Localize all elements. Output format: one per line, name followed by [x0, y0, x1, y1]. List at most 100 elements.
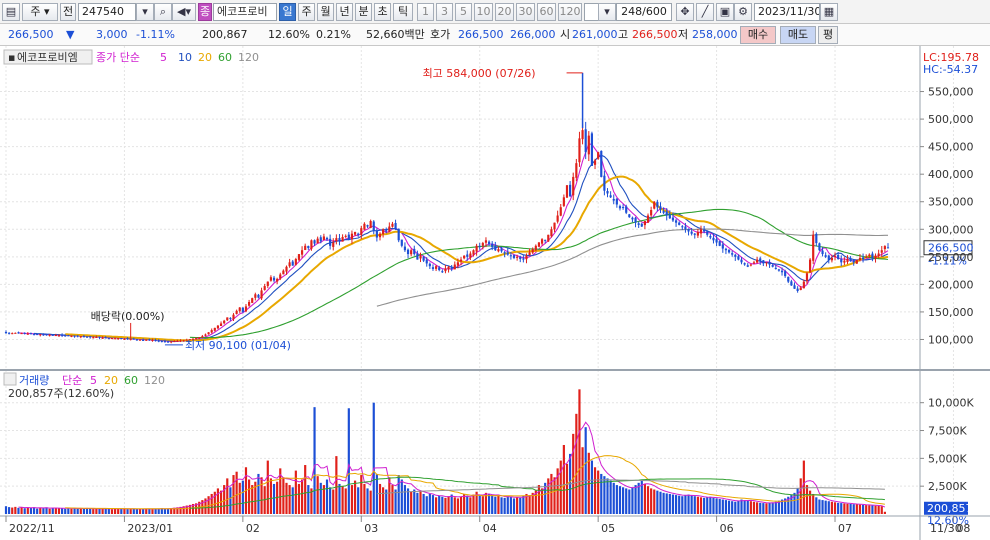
- date-field[interactable]: 2023/11/30: [754, 3, 820, 21]
- candle-body: [734, 254, 737, 257]
- draw-tool-icon[interactable]: ╱: [696, 3, 714, 21]
- candle-body: [316, 238, 319, 244]
- period-minute-button[interactable]: 분: [355, 3, 372, 21]
- candle-body: [693, 233, 696, 235]
- candle-body: [210, 330, 213, 333]
- volume-bar: [42, 508, 45, 514]
- period-month-button[interactable]: 월: [317, 3, 334, 21]
- candle-body: [294, 259, 297, 265]
- search-icon[interactable]: ⌕: [154, 3, 172, 21]
- candle-body: [877, 253, 880, 257]
- volume-bar: [29, 507, 33, 514]
- candle-body: [319, 237, 322, 242]
- volume-bar: [522, 495, 525, 514]
- candle-body: [101, 337, 104, 339]
- interval-20-button[interactable]: 20: [495, 3, 514, 21]
- candle-body: [17, 332, 20, 334]
- price-change-pct: -1.11%: [136, 28, 175, 41]
- candle-body: [671, 217, 675, 221]
- open-label: 시: [560, 28, 571, 41]
- volume-bar: [76, 508, 79, 514]
- current-price: 266,500: [8, 28, 54, 41]
- candle-body: [135, 339, 138, 341]
- interval-1-button[interactable]: 1: [417, 3, 434, 21]
- candle-body: [92, 337, 95, 339]
- volume-bar: [727, 500, 731, 514]
- ma5-legend: 5: [160, 51, 167, 64]
- volume-bar: [821, 500, 824, 514]
- sell-button[interactable]: 매도: [780, 26, 816, 44]
- period-year-button[interactable]: 년: [336, 3, 353, 21]
- interval-dropdown-icon[interactable]: ▾: [598, 3, 616, 21]
- candle-body: [706, 231, 709, 235]
- crosshair-icon[interactable]: ✥: [676, 3, 694, 21]
- period-second-button[interactable]: 초: [374, 3, 391, 21]
- candle-body: [861, 257, 865, 260]
- candle-body: [229, 317, 232, 319]
- sound-icon[interactable]: ◀▾: [172, 3, 196, 21]
- code-dropdown-icon[interactable]: ▾: [136, 3, 154, 21]
- chart-menu-icon[interactable]: ▤: [2, 3, 20, 21]
- volume-bar: [868, 505, 871, 514]
- prev-button[interactable]: 전: [60, 3, 76, 21]
- candle-body: [350, 233, 354, 240]
- volume-bar: [840, 503, 843, 514]
- volume-bar: [456, 498, 459, 514]
- market-select[interactable]: 주 ▾: [22, 3, 58, 21]
- volume-bar: [447, 496, 450, 514]
- volume-bar: [774, 501, 777, 514]
- candle-body: [272, 277, 276, 281]
- interval-10-button[interactable]: 10: [474, 3, 493, 21]
- volume-legend-name: 거래량: [19, 374, 49, 387]
- candle-body: [297, 254, 301, 260]
- settings-gear-icon[interactable]: ⚙: [734, 3, 752, 21]
- volume-bar: [248, 479, 251, 514]
- candle-body: [815, 233, 818, 244]
- candle-body: [410, 250, 413, 255]
- volume-bar: [132, 508, 135, 514]
- candle-body: [117, 338, 120, 340]
- volume-bar: [438, 495, 441, 514]
- candle-body: [799, 287, 802, 290]
- save-icon[interactable]: ▣: [716, 3, 734, 21]
- candle-body: [441, 271, 444, 273]
- volume-bar: [36, 508, 39, 514]
- volume-bar: [51, 508, 54, 514]
- candle-body: [625, 206, 628, 213]
- candle-body: [886, 247, 890, 249]
- interval-120-button[interactable]: 120: [558, 3, 582, 21]
- volume-legend-box[interactable]: [3, 372, 17, 386]
- data-count-field[interactable]: 248/600: [616, 3, 672, 21]
- price-tick-label: 100,000: [928, 333, 974, 346]
- code-input[interactable]: 247540: [78, 3, 136, 21]
- buy-button[interactable]: 매수: [740, 26, 776, 44]
- period-week-button[interactable]: 주: [298, 3, 315, 21]
- volume-bar: [291, 487, 294, 514]
- turnover-pct: 12.60%: [268, 28, 310, 41]
- candle-body: [57, 335, 61, 337]
- candle-body: [142, 340, 145, 342]
- date-tick-label: 2022/11: [9, 522, 55, 535]
- high-label: 고: [618, 28, 629, 41]
- volume-bar: [469, 497, 472, 514]
- interval-30-button[interactable]: 30: [516, 3, 535, 21]
- extra-button[interactable]: 평: [818, 26, 838, 44]
- candle-body: [151, 340, 154, 342]
- candle-body: [138, 339, 142, 341]
- interval-60-button[interactable]: 60: [537, 3, 556, 21]
- calendar-icon[interactable]: ▦: [820, 3, 838, 21]
- interval-5-button[interactable]: 5: [455, 3, 472, 21]
- volume-bar: [565, 463, 569, 514]
- volume-bar: [625, 488, 628, 514]
- volume-bar: [472, 494, 475, 514]
- candle-body: [849, 258, 852, 262]
- period-day-button[interactable]: 일: [279, 3, 296, 21]
- volume-bar: [877, 505, 880, 514]
- interval-3-button[interactable]: 3: [436, 3, 453, 21]
- price-tick-label: 200,000: [928, 278, 974, 291]
- stock-chart[interactable]: 최고 584,000 (07/26) 최저 90,100 (01/04) 배당락(0…: [0, 46, 990, 540]
- candle-body: [332, 242, 335, 247]
- candle-body: [54, 335, 57, 337]
- candle-body: [724, 248, 728, 251]
- period-tick-button[interactable]: 틱: [393, 3, 413, 21]
